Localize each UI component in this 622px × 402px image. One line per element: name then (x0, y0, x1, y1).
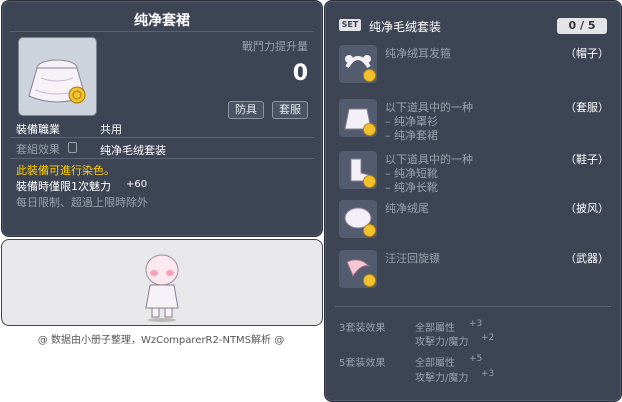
chain-icon (68, 142, 77, 153)
divider (335, 306, 611, 307)
set-item-category: （鞋子） (565, 153, 609, 166)
divider (10, 137, 314, 138)
power-label: 戰鬥力提升量 (242, 40, 308, 53)
tail-icon (339, 200, 377, 238)
set-counter: 0 / 5 (557, 18, 607, 34)
item-icon-frame (18, 37, 97, 116)
set-item-name: 纯净绒尾 (385, 202, 429, 215)
job-label: 裝備職業 (16, 123, 60, 136)
set-name: 纯净毛绒套装 (369, 20, 442, 34)
power-value: 0 (292, 61, 308, 86)
job-value: 共用 (100, 123, 122, 136)
set-effect-stat: 全部屬性 (415, 358, 455, 369)
set-item[interactable]: 纯净绒尾 （披风） (335, 200, 615, 250)
set-effect-stat: 全部屬性 (415, 323, 455, 334)
set-item-option: – 纯净长靴 (385, 181, 438, 194)
set-panel: SET 纯净毛绒套装 0 / 5 纯净绒耳发箍 （帽子） 以下道具中的一种 – … (324, 0, 622, 402)
set-item-category: （套服） (565, 101, 609, 114)
item-title: 纯净套裙 (134, 13, 190, 29)
dye-note: 此裝備可進行染色。 (16, 164, 115, 177)
set-effect-value: +5 (469, 354, 483, 364)
set-effect-label: 3套装效果 (339, 323, 386, 334)
set-item-name: 汪汪回旋镖 (385, 252, 440, 265)
stat-line: 裝備時僅限1次魅力 (16, 180, 111, 193)
chip-armor: 防具 (228, 101, 264, 119)
set-effect-value: +3 (481, 369, 495, 379)
set-effect-label: 5套装效果 (339, 358, 386, 369)
set-item-category: （武器） (565, 252, 609, 265)
set-item[interactable]: 纯净绒耳发箍 （帽子） (335, 45, 615, 95)
stat-bonus: +60 (126, 179, 148, 190)
character-avatar (145, 254, 179, 322)
limit-note: 每日限制、超過上限時除外 (16, 196, 148, 209)
set-item[interactable]: 汪汪回旋镖 （武器） (335, 250, 615, 300)
set-badge: SET (339, 19, 361, 31)
set-effect-value: +2 (481, 333, 495, 343)
headband-icon (339, 45, 377, 83)
item-tooltip: 纯净套裙 戰鬥力提升量 0 防具 套服 裝備職業 共用 套組效果 纯净毛绒套装 … (1, 0, 323, 237)
chip-outfit: 套服 (272, 101, 308, 119)
set-item[interactable]: 以下道具中的一种 – 纯净短靴 – 纯净长靴 （鞋子） (335, 151, 615, 201)
set-effect-stat: 攻擊力/魔力 (415, 337, 469, 348)
skirt-icon (28, 59, 86, 104)
set-item-category: （帽子） (565, 47, 609, 60)
set-item-name: 纯净绒耳发箍 (385, 47, 451, 60)
boots-icon (339, 151, 377, 189)
divider (10, 31, 314, 32)
set-value: 纯净毛绒套装 (100, 144, 166, 157)
set-item[interactable]: 以下道具中的一种 – 纯净罩衫 – 纯净套裙 （套服） (335, 99, 615, 149)
set-effect-stat: 攻擊力/魔力 (415, 373, 469, 384)
avatar-preview (1, 239, 323, 326)
boomerang-icon (339, 250, 377, 288)
set-item-option: – 纯净套裙 (385, 129, 438, 142)
credits-footer: @ 数据由小册子整理，WzComparerR2-NTMS解析 @ (37, 335, 285, 346)
set-effect-value: +3 (469, 319, 483, 329)
divider (10, 158, 314, 159)
outfit-icon (339, 99, 377, 137)
set-item-category: （披风） (565, 202, 609, 215)
set-label: 套組效果 (16, 143, 60, 156)
